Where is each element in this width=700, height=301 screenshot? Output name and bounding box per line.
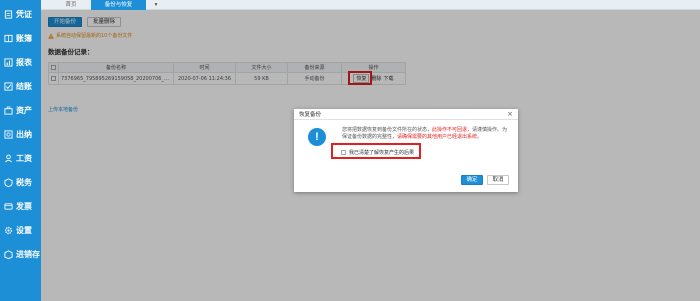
sidebar-item-label: 设置	[16, 225, 32, 235]
report-icon	[3, 57, 13, 67]
sidebar-item-tax[interactable]: 税务	[0, 170, 41, 194]
sidebar-item-voucher[interactable]: 凭证	[0, 2, 41, 26]
sidebar-item-label: 资产	[16, 105, 32, 115]
message-warning-part: 请确保需要的其他用户已经退出系统。	[397, 134, 483, 140]
sidebar-item-report[interactable]: 报表	[0, 50, 41, 74]
dialog-message: 您将把数据恢复到备份文件所在的状态，此操作不可回退，请谨慎操作。为保证备份数据的…	[342, 127, 512, 141]
sidebar-item-label: 税务	[16, 177, 32, 187]
closing-icon	[3, 81, 13, 91]
sidebar-item-label: 账簿	[16, 33, 32, 43]
sidebar-item-label: 进销存	[16, 249, 40, 259]
message-warning-part: 此操作不可回退，	[432, 127, 473, 133]
cancel-button[interactable]: 取消	[487, 175, 509, 185]
dialog-header: 恢复备份 ×	[294, 109, 518, 120]
sidebar-item-label: 结账	[16, 81, 32, 91]
sidebar-item-label: 发票	[16, 201, 32, 211]
sidebar: 凭证 账簿 报表 结账 资产 出纳 工资 税务 发票 设置 进销存	[0, 0, 41, 301]
sidebar-item-ledger[interactable]: 账簿	[0, 26, 41, 50]
sidebar-item-invoice[interactable]: 发票	[0, 194, 41, 218]
sidebar-item-cashier[interactable]: 出纳	[0, 122, 41, 146]
invoice-icon	[3, 201, 13, 211]
sidebar-item-label: 工资	[16, 153, 32, 163]
sidebar-item-closing[interactable]: 结账	[0, 74, 41, 98]
tab-home[interactable]: 首页	[55, 0, 87, 10]
voucher-icon	[3, 9, 13, 19]
tax-icon	[3, 177, 13, 187]
restore-backup-dialog: 恢复备份 × ! 您将把数据恢复到备份文件所在的状态，此操作不可回退，请谨慎操作…	[294, 109, 518, 192]
close-icon[interactable]: ×	[507, 110, 513, 118]
tab-more-dropdown[interactable]: ▾	[151, 0, 161, 10]
sidebar-item-inventory[interactable]: 进销存	[0, 242, 41, 266]
ledger-icon	[3, 33, 13, 43]
dialog-title: 恢复备份	[299, 112, 322, 118]
confirm-button[interactable]: 确定	[461, 175, 483, 185]
tab-bar: 首页 备份与恢复 ▾	[41, 0, 700, 10]
asset-icon	[3, 105, 13, 115]
salary-icon	[3, 153, 13, 163]
sidebar-item-settings[interactable]: 设置	[0, 218, 41, 242]
tab-backup-restore[interactable]: 备份与恢复	[91, 0, 146, 10]
inventory-icon	[3, 249, 13, 259]
info-icon: !	[308, 128, 326, 146]
cashier-icon	[3, 129, 13, 139]
sidebar-item-asset[interactable]: 资产	[0, 98, 41, 122]
checkbox-highlight-box	[331, 143, 421, 159]
sidebar-item-label: 报表	[16, 57, 32, 67]
sidebar-item-label: 出纳	[16, 129, 32, 139]
sidebar-item-label: 凭证	[16, 9, 32, 19]
gear-icon	[3, 225, 13, 235]
message-part: 您将把数据恢复到备份文件所在的状态，	[342, 127, 433, 133]
sidebar-item-salary[interactable]: 工资	[0, 146, 41, 170]
